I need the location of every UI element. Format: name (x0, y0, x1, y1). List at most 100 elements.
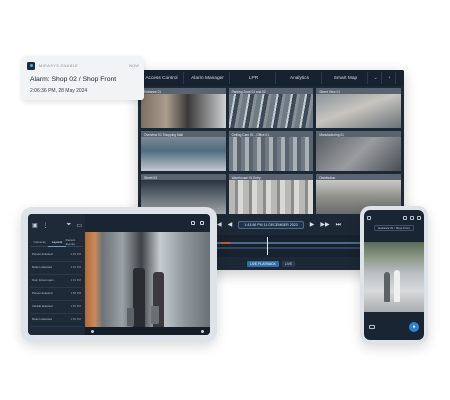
suitcase-shape (151, 306, 159, 324)
grid-icon[interactable] (367, 216, 371, 220)
playback-timestamp[interactable]: 1:43:56 PM 11 DECEMBER 2023 (238, 221, 304, 229)
phone-screen: Entrance 01 / Shop Front ● (364, 210, 424, 340)
camera-feed (228, 180, 314, 214)
list-item[interactable]: Person detected 1:58 PM (31, 289, 82, 301)
dot-icon (91, 329, 94, 333)
camera-feed (228, 94, 314, 128)
share-icon[interactable] (410, 216, 414, 220)
camera-label: Street View 01 (319, 90, 340, 94)
suitcase-shape (127, 308, 134, 326)
camera-tile[interactable]: Ceiling Cam 01 - Office 01 (228, 131, 314, 171)
tablet-sidebar-tabs: Cameras Layouts Recent Events (31, 238, 83, 247)
layout-icon[interactable]: ▣ (32, 222, 38, 229)
event-label: Vehicle detected (32, 304, 53, 308)
list-item[interactable]: Vehicle detected 1:55 PM (31, 302, 82, 314)
phone-toolbar (367, 214, 421, 222)
list-item[interactable]: Person detected 2:05 PM (31, 250, 82, 262)
tablet-device: ▣ ⋮ ⏷ ▭ Cameras Layouts Recent Events Pe… (21, 207, 217, 342)
event-time: 1:55 PM (70, 304, 81, 308)
settings-icon[interactable] (417, 216, 421, 220)
live-button[interactable]: LIVE (281, 261, 296, 267)
event-label: Motion detected (32, 265, 52, 269)
notification-time: NOW (129, 63, 139, 68)
camera-tile[interactable]: Street View 01 (316, 88, 401, 128)
person-figure (133, 268, 145, 330)
app-logo-icon (27, 61, 35, 70)
camera-label: Warehouse 01 Entry (231, 176, 261, 180)
list-item[interactable]: Motion detected 1:50 PM (31, 315, 82, 327)
person-figure (394, 270, 400, 302)
alarm-notification[interactable]: MIRASYS ENABLE NOW Alarm: Shop 02 / Shop… (22, 56, 144, 100)
desktop-tab-bar: Access Control Alarm Manager LPR Analyti… (138, 70, 404, 86)
tab-smart-map[interactable]: Smart Map (324, 72, 368, 84)
play-icon[interactable]: ▶ (310, 222, 315, 228)
notification-timestamp: 2:06:36 PM, 28 May 2024 (30, 88, 88, 94)
event-time: 2:04 PM (70, 265, 81, 269)
event-time: 2:01 PM (70, 278, 81, 282)
live-playback-button[interactable]: LIVE PLAYBACK (246, 261, 279, 267)
phone-camera-label[interactable]: Entrance 01 / Shop Front (374, 225, 414, 231)
camera-label: Distribution (319, 176, 336, 180)
camera-tile[interactable]: Manufacturing 01 (316, 131, 401, 171)
tab-alarm-manager[interactable]: Alarm Manager (186, 72, 230, 84)
camera-switch-icon[interactable] (369, 325, 375, 329)
camera-tile[interactable]: Parking Zone 01 and 02 (228, 88, 314, 128)
tablet-screen: ▣ ⋮ ⏷ ▭ Cameras Layouts Recent Events Pe… (28, 214, 210, 335)
event-label: Person detected (32, 252, 53, 256)
phone-device: Entrance 01 / Shop Front ● (360, 206, 428, 344)
camera-label: Manufacturing 01 (319, 133, 344, 137)
skip-end-icon[interactable]: ⏭ (336, 222, 341, 228)
dot-icon (201, 329, 204, 333)
microphone-icon[interactable]: ● (409, 322, 419, 332)
notification-header: MIRASYS ENABLE NOW (27, 61, 139, 70)
chevron-down-icon[interactable]: ⌄ (370, 72, 382, 84)
tab-cameras[interactable]: Cameras (31, 238, 49, 247)
step-back-icon[interactable]: ◀ (228, 222, 233, 228)
menu-icon[interactable]: ⋮ (43, 222, 49, 229)
tab-layouts[interactable]: Layouts (48, 238, 66, 247)
event-label: Motion detected (32, 317, 52, 321)
camera-icon[interactable]: ▭ (76, 222, 82, 229)
camera-feed (316, 94, 401, 128)
camera-tile[interactable]: Overview 01 Shopping Mall (141, 131, 226, 171)
list-item[interactable]: Motion detected 2:04 PM (31, 263, 82, 275)
fast-forward-icon[interactable]: ▶▶ (320, 222, 329, 228)
camera-label: Overview 01 Shopping Mall (144, 133, 183, 137)
settings-icon[interactable] (200, 221, 204, 225)
tablet-video-toolbar (85, 214, 210, 232)
camera-label: Street 03 (144, 176, 157, 180)
phone-video-feed[interactable] (364, 242, 424, 312)
camera-label: Ceiling Cam 01 - Office 01 (231, 133, 269, 137)
camera-feed (141, 137, 226, 171)
timeline-cursor[interactable] (267, 237, 268, 255)
event-time: 1:50 PM (70, 317, 81, 321)
camera-feed (141, 94, 226, 128)
fullscreen-icon[interactable] (191, 221, 195, 225)
camera-feed (228, 137, 314, 171)
event-time: 2:05 PM (70, 252, 81, 256)
tab-analytics[interactable]: Analytics (278, 72, 322, 84)
tab-recent-events[interactable]: Recent Events (65, 238, 83, 247)
camera-label: Entrance 01 (144, 90, 162, 94)
event-time: 1:58 PM (70, 291, 81, 295)
filter-icon[interactable]: ⏷ (67, 222, 72, 229)
tablet-sidebar: ▣ ⋮ ⏷ ▭ Cameras Layouts Recent Events Pe… (28, 214, 85, 335)
person-figure (384, 272, 390, 302)
camera-feed (316, 137, 401, 171)
camera-icon[interactable] (403, 216, 407, 220)
tablet-video-footer (85, 327, 210, 335)
camera-label: Parking Zone 01 and 02 (231, 90, 266, 94)
notification-title: Alarm: Shop 02 / Shop Front (30, 76, 117, 83)
tab-lpr[interactable]: LPR (232, 72, 276, 84)
notification-app-name: MIRASYS ENABLE (39, 63, 79, 68)
camera-grid: Entrance 01 Parking Zone 01 and 02 Stree… (141, 88, 401, 214)
event-label: Door forced open (32, 278, 54, 282)
camera-tile[interactable]: Warehouse 01 Entry (228, 174, 314, 214)
plus-icon[interactable]: + (384, 72, 396, 84)
list-item[interactable]: Door forced open 2:01 PM (31, 276, 82, 288)
camera-tile[interactable]: Entrance 01 (141, 88, 226, 128)
event-label: Person detected (32, 291, 53, 295)
tab-access-control[interactable]: Access Control (140, 72, 184, 84)
tablet-sidebar-toolbar: ▣ ⋮ ⏷ ▭ (32, 220, 82, 230)
tablet-video-feed[interactable] (85, 232, 210, 335)
